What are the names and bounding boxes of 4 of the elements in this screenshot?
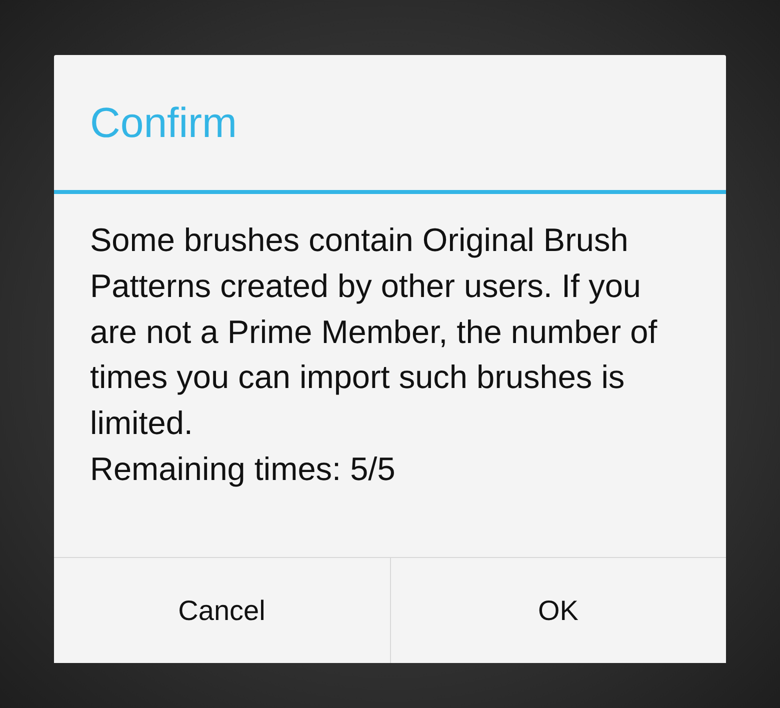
- message-text: Some brushes contain Original Brush Patterns created by other users. If you are not a Prime Member, the number of times you can import such brushes is limited.: [90, 221, 658, 444]
- remaining-text: Remaining times: 5/5: [90, 450, 396, 489]
- dialog-button[interactable]: OK: [390, 558, 726, 663]
- dialog-title: Confirm: [54, 55, 726, 194]
